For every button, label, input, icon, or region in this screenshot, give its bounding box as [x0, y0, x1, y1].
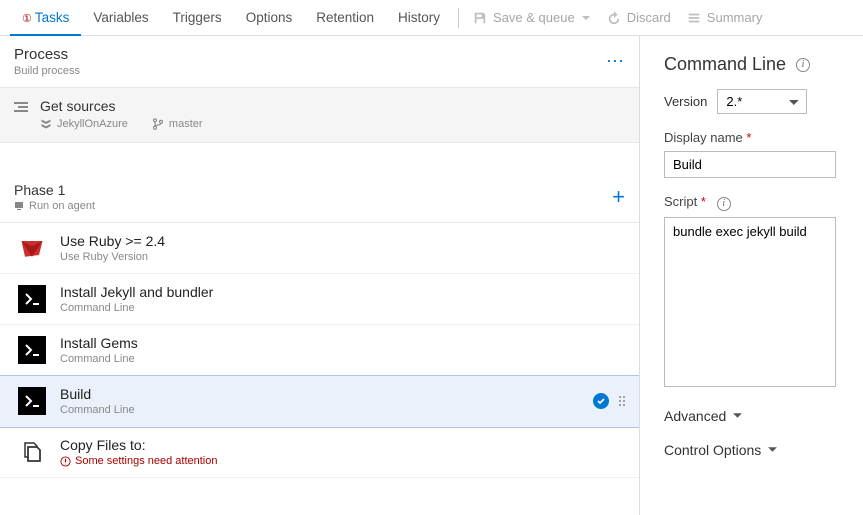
- script-textarea[interactable]: bundle exec jekyll build: [664, 217, 836, 387]
- display-name-label: Display name *: [664, 130, 751, 145]
- task-title: Build: [60, 386, 579, 402]
- tab-history[interactable]: History: [386, 0, 452, 36]
- repo-icon: [40, 118, 52, 130]
- task-install-gems[interactable]: Install Gems Command Line: [0, 325, 639, 376]
- toolbar-separator: [458, 8, 459, 28]
- task-build[interactable]: Build Command Line: [0, 376, 639, 427]
- ruby-icon: [18, 234, 46, 262]
- version-select[interactable]: 2.*: [717, 89, 807, 114]
- process-sub: Build process: [14, 65, 80, 77]
- task-warning: Some settings need attention: [60, 455, 625, 467]
- chevron-down-icon: [767, 444, 778, 455]
- task-sub: Command Line: [60, 353, 625, 365]
- version-label: Version: [664, 94, 707, 109]
- chevron-down-icon: [581, 13, 591, 23]
- cmd-icon: [18, 387, 46, 415]
- info-icon[interactable]: i: [796, 58, 810, 72]
- advanced-expander[interactable]: Advanced: [664, 408, 863, 424]
- task-copy-files[interactable]: Copy Files to: Some settings need attent…: [0, 427, 639, 478]
- summary-button: Summary: [679, 0, 771, 36]
- process-row[interactable]: Process Build process ⋯: [0, 36, 639, 88]
- tab-retention[interactable]: Retention: [304, 0, 386, 36]
- tab-tasks[interactable]: ①Tasks: [10, 0, 81, 36]
- add-task-button[interactable]: +: [612, 184, 625, 210]
- warning-icon: ①: [22, 13, 32, 25]
- task-title: Use Ruby >= 2.4: [60, 233, 625, 249]
- info-icon[interactable]: i: [717, 197, 731, 211]
- copy-files-icon: [18, 438, 46, 466]
- panel-heading: Command Line i: [664, 54, 863, 75]
- task-install-jekyll[interactable]: Install Jekyll and bundler Command Line: [0, 274, 639, 325]
- branch-icon: [152, 118, 164, 130]
- cmd-icon: [18, 336, 46, 364]
- sources-title: Get sources: [40, 98, 625, 114]
- branch-chip: master: [152, 118, 203, 130]
- status-ok-icon: [593, 393, 609, 409]
- undo-icon: [607, 11, 621, 25]
- pipeline-panel: Process Build process ⋯ Get sources Jeky…: [0, 36, 640, 515]
- drag-handle[interactable]: [619, 396, 625, 406]
- task-title: Install Gems: [60, 335, 625, 351]
- warning-icon: [60, 456, 71, 467]
- task-title: Copy Files to:: [60, 437, 625, 453]
- task-use-ruby[interactable]: Use Ruby >= 2.4 Use Ruby Version: [0, 223, 639, 274]
- task-title: Install Jekyll and bundler: [60, 284, 625, 300]
- get-sources-row[interactable]: Get sources JekyllOnAzure master: [0, 88, 639, 143]
- control-options-expander[interactable]: Control Options: [664, 442, 863, 458]
- tab-options[interactable]: Options: [234, 0, 305, 36]
- tab-variables[interactable]: Variables: [81, 0, 160, 36]
- display-name-input[interactable]: [664, 151, 836, 178]
- details-panel: Command Line i Version 2.* Display name …: [640, 36, 863, 515]
- phase-row[interactable]: Phase 1 Run on agent +: [0, 173, 639, 223]
- save-icon: [473, 11, 487, 25]
- process-title: Process: [14, 46, 80, 63]
- task-sub: Command Line: [60, 302, 625, 314]
- save-queue-button: Save & queue: [465, 0, 599, 36]
- sources-icon: [14, 98, 28, 112]
- top-tabs: ①Tasks Variables Triggers Options Retent…: [0, 0, 863, 36]
- tab-triggers[interactable]: Triggers: [161, 0, 234, 36]
- agent-icon: [14, 201, 24, 211]
- script-label: Script * i: [664, 194, 731, 209]
- task-sub: Use Ruby Version: [60, 251, 625, 263]
- discard-button: Discard: [599, 0, 679, 36]
- chevron-down-icon: [732, 410, 743, 421]
- cmd-icon: [18, 285, 46, 313]
- task-sub: Command Line: [60, 404, 579, 416]
- phase-title: Phase 1: [14, 182, 95, 198]
- phase-sub: Run on agent: [14, 200, 95, 212]
- repo-chip: JekyllOnAzure: [40, 118, 128, 130]
- summary-icon: [687, 11, 701, 25]
- more-actions-button[interactable]: ⋯: [606, 51, 625, 72]
